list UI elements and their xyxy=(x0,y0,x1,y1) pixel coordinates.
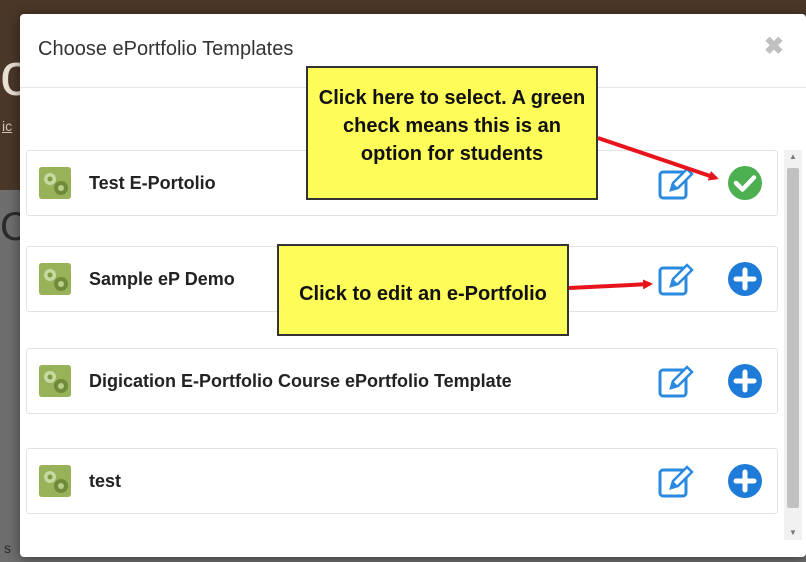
edit-icon[interactable] xyxy=(657,363,695,401)
template-row: test xyxy=(26,448,778,514)
plus-circle-icon[interactable] xyxy=(727,463,763,499)
close-button[interactable]: ✖ xyxy=(764,32,784,61)
select-callout: Click here to select. A green check mean… xyxy=(306,66,598,200)
template-name: Digication E-Portfolio Course ePortfolio… xyxy=(89,371,512,391)
template-name: Test E-Portolio xyxy=(89,173,216,193)
scroll-up-icon[interactable]: ▲ xyxy=(784,150,802,164)
template-thumbnail-icon xyxy=(39,167,71,199)
scroll-thumb[interactable] xyxy=(787,168,799,508)
plus-circle-icon[interactable] xyxy=(727,261,763,297)
scrollbar[interactable]: ▲ ▼ xyxy=(784,150,802,540)
background-text: s xyxy=(4,540,11,556)
edit-icon[interactable] xyxy=(657,165,695,203)
template-row: Digication E-Portfolio Course ePortfolio… xyxy=(26,348,778,414)
template-thumbnail-icon xyxy=(39,465,71,497)
edit-callout: Click to edit an e-Portfolio xyxy=(277,244,569,336)
plus-circle-icon[interactable] xyxy=(727,363,763,399)
modal-title: Choose ePortfolio Templates xyxy=(38,38,294,60)
check-circle-icon[interactable] xyxy=(727,165,763,201)
background-link: ic xyxy=(2,118,13,134)
template-name: test xyxy=(89,471,122,491)
template-thumbnail-icon xyxy=(39,263,71,295)
edit-icon[interactable] xyxy=(657,463,695,501)
template-thumbnail-icon xyxy=(39,365,71,397)
scroll-down-icon[interactable]: ▼ xyxy=(784,526,802,540)
edit-icon[interactable] xyxy=(657,261,695,299)
template-name: Sample eP Demo xyxy=(89,269,235,289)
